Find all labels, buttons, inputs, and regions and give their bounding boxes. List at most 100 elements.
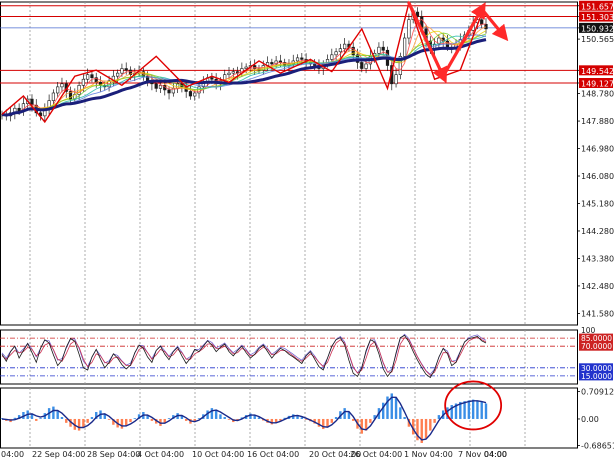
candle[interactable]	[338, 43, 342, 59]
candle-body	[193, 92, 197, 97]
candle-body	[338, 48, 342, 53]
candle-body	[51, 92, 55, 101]
price-panel[interactable]	[0, 0, 577, 124]
price-axis-label: 147.880	[581, 117, 614, 126]
price-axis-label: 145.180	[581, 199, 614, 208]
price-level-label: 150.932	[581, 24, 614, 33]
stoch-level-label: 70.0000	[581, 342, 612, 351]
candle-body	[377, 46, 381, 54]
candle[interactable]	[98, 76, 103, 92]
candle-body	[381, 46, 385, 51]
candle[interactable]	[43, 103, 47, 122]
candle[interactable]	[407, 13, 411, 45]
candle-body	[124, 68, 128, 71]
stoch-main-line	[1, 334, 487, 379]
price-axis-label: 148.780	[581, 90, 614, 99]
macd-bar	[270, 418, 274, 425]
candle-body	[167, 89, 171, 94]
stochastic-panel[interactable]	[0, 333, 577, 379]
trading-chart[interactable]: 151.657 151.303 150.932 150.565 149.542 149.1…	[0, 0, 614, 460]
time-axis-label: 22 Sep 04:00	[32, 450, 85, 459]
candle-body	[86, 74, 90, 80]
candle[interactable]	[398, 52, 402, 80]
macd-bar	[120, 418, 124, 429]
candle[interactable]	[188, 85, 193, 100]
candle-body	[188, 91, 193, 97]
macd-bar	[360, 418, 363, 434]
stoch-top-label: 100	[581, 326, 596, 335]
candle-body	[403, 37, 407, 57]
price-level-label: 149.127	[581, 79, 614, 88]
candle-body	[480, 19, 484, 25]
candle[interactable]	[394, 68, 398, 88]
price-axis-label: 142.480	[581, 282, 614, 291]
macd-bar	[330, 418, 334, 423]
macd-bar	[129, 418, 132, 423]
candle[interactable]	[21, 97, 26, 116]
candle-body	[330, 54, 334, 60]
price-axis-label: 150.565	[581, 35, 614, 44]
macd-bar	[471, 399, 475, 419]
macd-bar	[210, 408, 214, 419]
candle-body	[210, 77, 214, 80]
macd-bar	[86, 418, 89, 423]
macd-bar	[334, 417, 338, 419]
time-axis-label: 26 Oct 04:00	[350, 450, 402, 459]
macd-bar	[60, 417, 64, 419]
macd-bar	[39, 418, 42, 419]
stoch-level-label: 15.0000	[581, 372, 612, 381]
candle-body	[343, 43, 347, 50]
candle[interactable]	[291, 54, 295, 68]
time-axis-label: 10 Oct 04:00	[192, 450, 244, 459]
time-axis-label: 28 Sep 04:00	[87, 450, 140, 459]
candle-body	[60, 83, 64, 88]
price-level-label: 149.542	[581, 67, 614, 76]
macd-bar	[77, 418, 81, 431]
candle-body	[364, 63, 368, 69]
time-axis-label: 04:00	[1, 450, 24, 459]
macd-bar	[433, 418, 436, 423]
macd-bar	[463, 401, 466, 419]
macd-bar	[107, 418, 111, 420]
candle-body	[394, 74, 398, 85]
time-axis-label: 16 Oct 04:00	[247, 450, 299, 459]
macd-bar	[394, 397, 398, 419]
price-axis-label: 146.080	[581, 172, 614, 181]
macd-bar	[82, 418, 85, 428]
macd-bar	[476, 400, 479, 419]
candle-body	[120, 68, 124, 74]
candle-body	[81, 78, 85, 86]
candle-body	[300, 57, 304, 60]
macd-bar	[399, 407, 402, 419]
macd-bar	[484, 403, 488, 419]
macd-bar	[223, 417, 226, 419]
candle-body	[227, 72, 231, 75]
macd-bar	[369, 418, 372, 423]
macd-bar	[90, 417, 94, 419]
macd-bar	[227, 418, 231, 420]
macd-bar	[249, 413, 252, 419]
candle-body	[56, 86, 60, 94]
candle-body	[231, 71, 235, 74]
price-level-label: 151.657	[581, 2, 614, 11]
time-axis-label: 04:00	[484, 450, 507, 459]
candle-body	[295, 57, 300, 62]
macd-axis-label: 0.00	[581, 415, 599, 424]
macd-bar	[52, 406, 55, 419]
price-panel-frame	[0, 1, 578, 326]
macd-bar	[133, 418, 136, 419]
macd-panel[interactable]	[0, 380, 503, 443]
candle-body	[244, 66, 248, 69]
candle-body	[334, 51, 338, 56]
macd-bar	[480, 401, 483, 419]
price-axis-label: 141.580	[581, 309, 614, 318]
candle[interactable]	[47, 94, 51, 115]
chart-canvas[interactable]: 151.657 151.303 150.932 150.565 149.542 149.1…	[0, 0, 614, 460]
macd-bar	[219, 414, 222, 419]
macd-axis-label: -0.68651	[581, 442, 614, 451]
macd-bar	[429, 418, 432, 431]
macd-bar	[322, 418, 325, 430]
candle-body	[313, 63, 317, 66]
candle-body	[90, 74, 94, 79]
macd-bar	[343, 408, 346, 419]
